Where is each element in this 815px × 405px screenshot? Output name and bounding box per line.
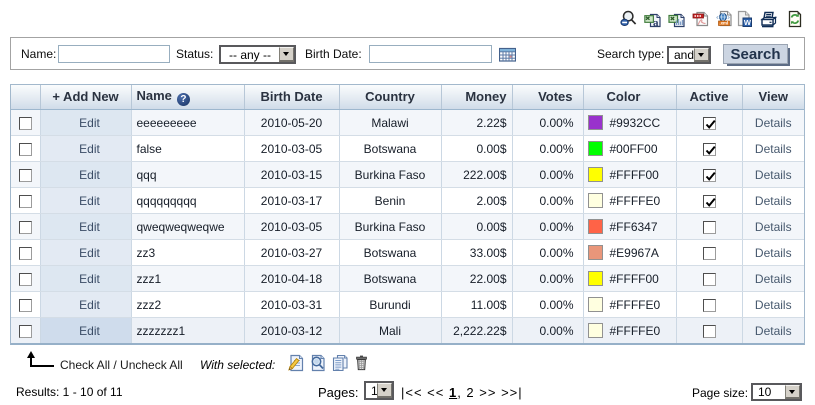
svg-text:a: a	[653, 17, 659, 28]
svg-text:W: W	[744, 18, 752, 27]
svg-text:.xml: .xml	[719, 21, 728, 26]
